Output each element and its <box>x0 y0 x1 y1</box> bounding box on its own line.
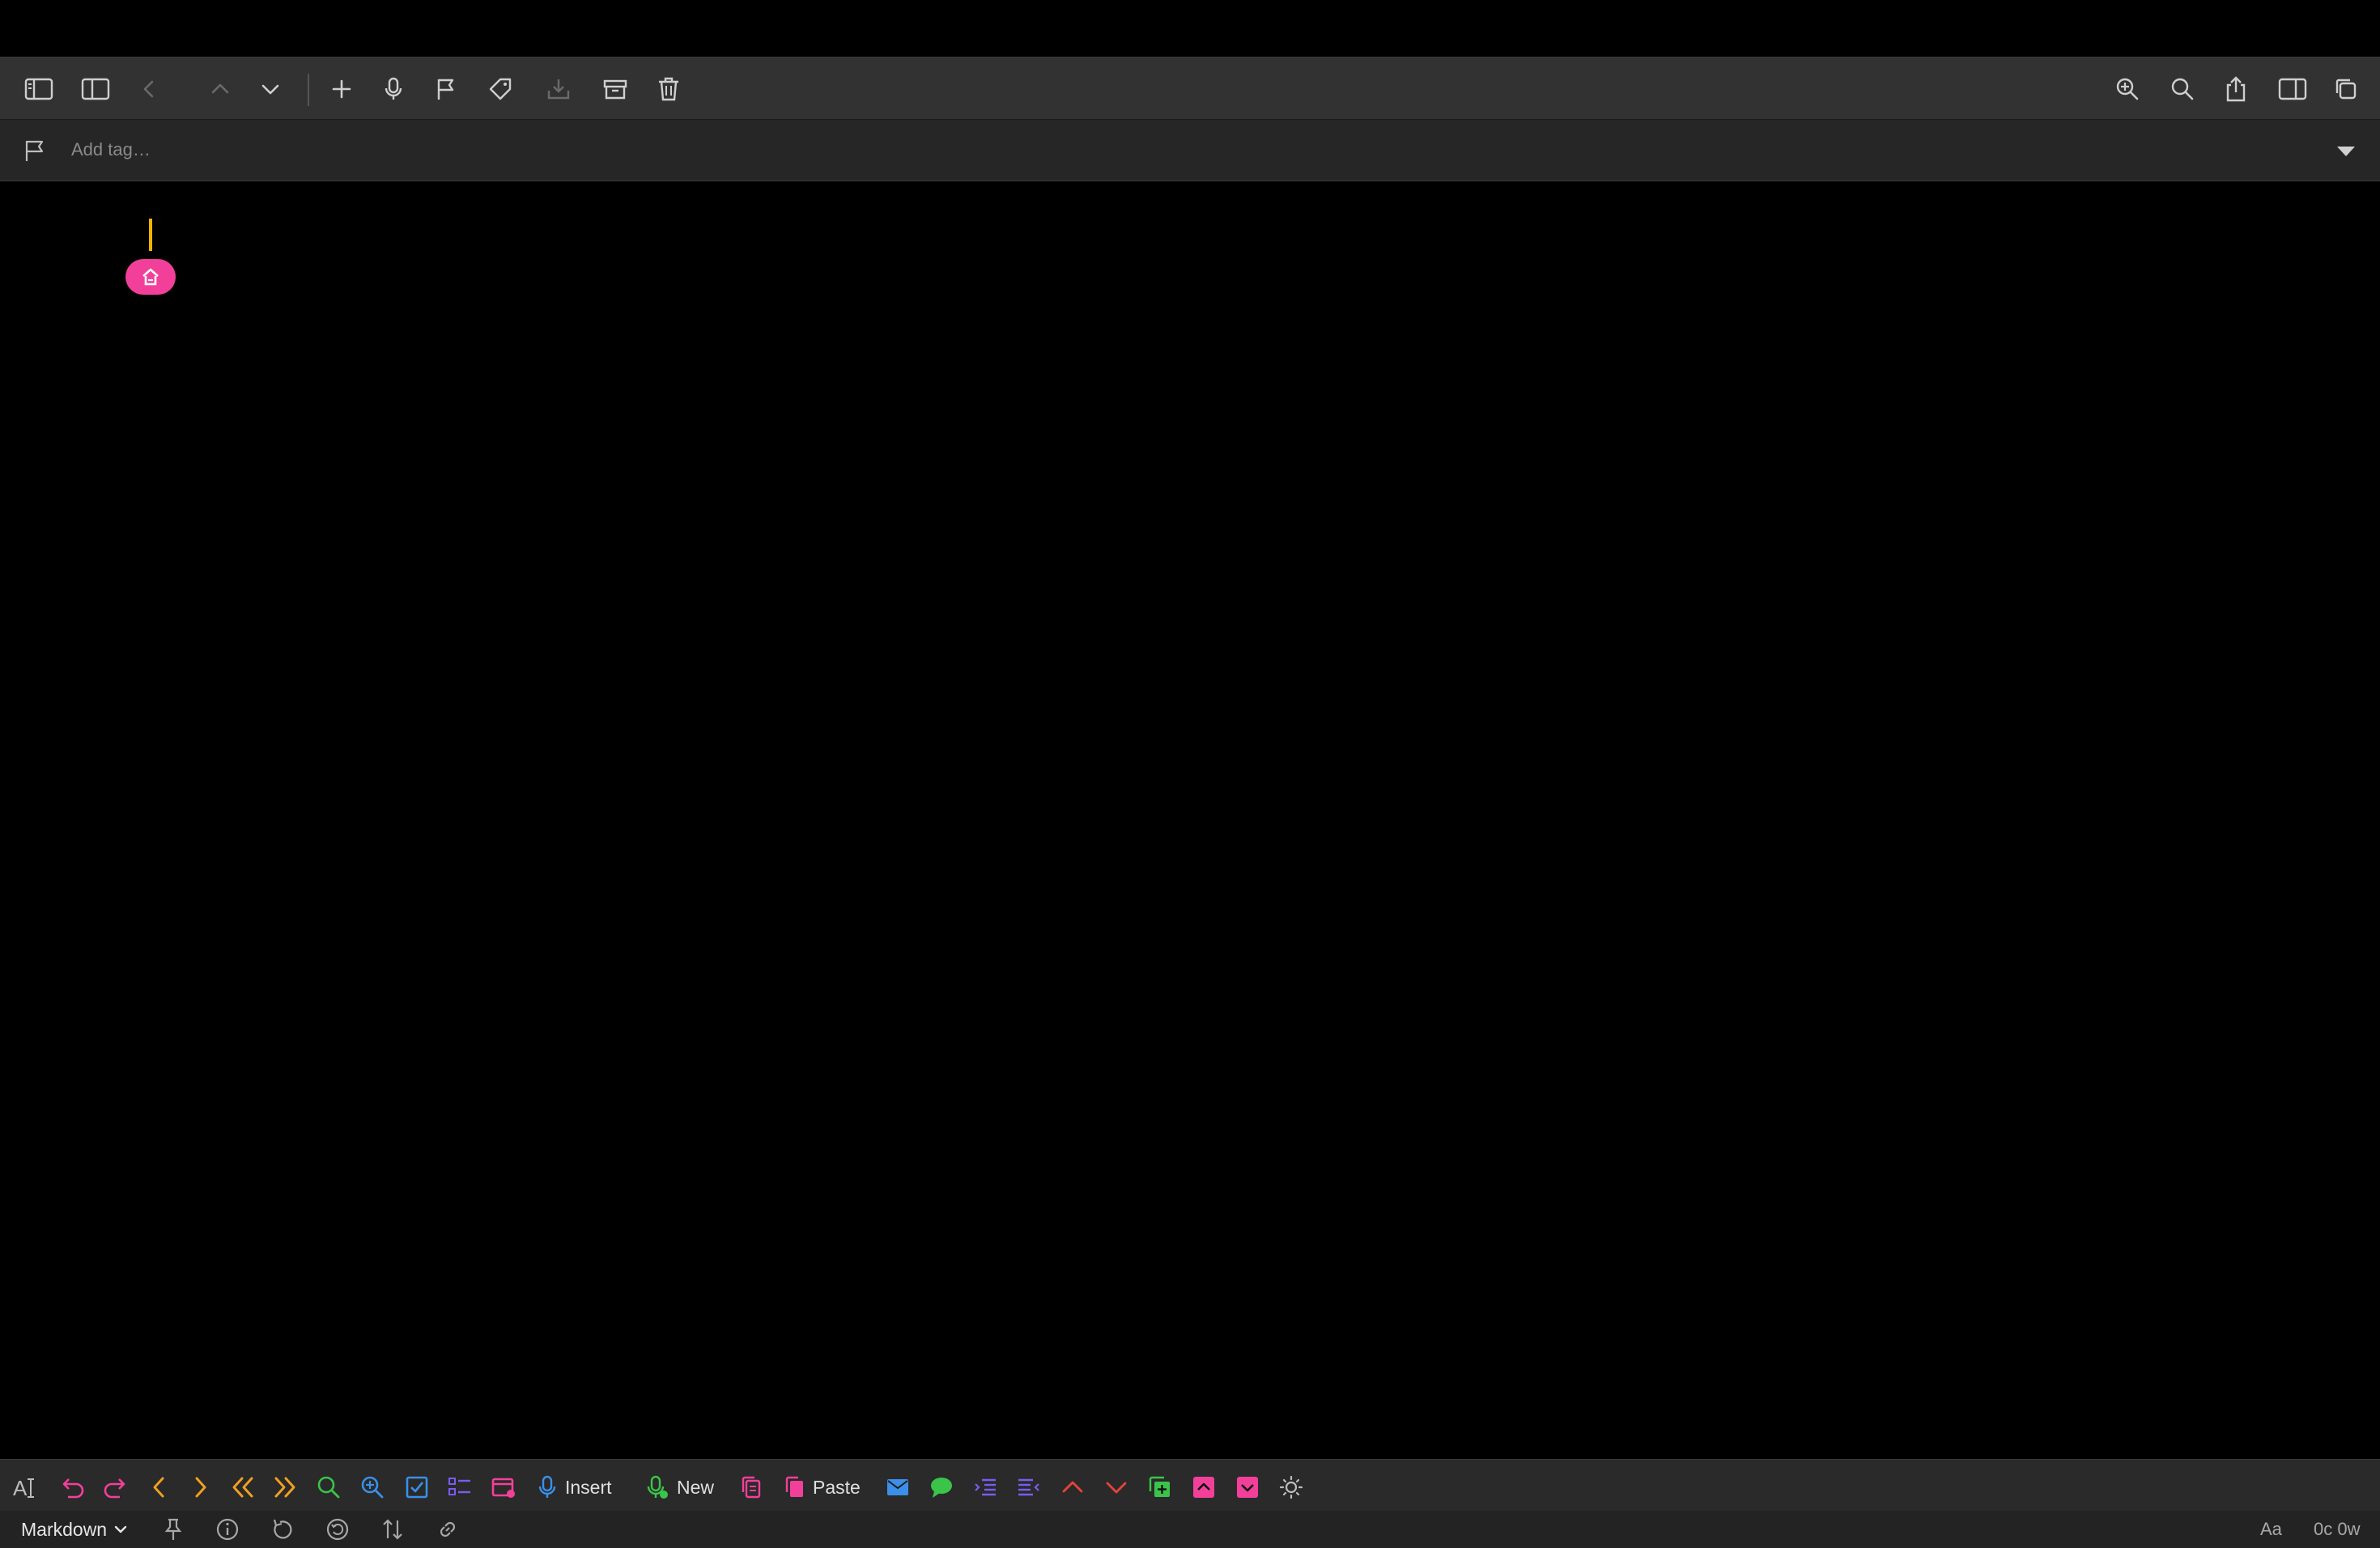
plus-icon[interactable] <box>325 73 358 105</box>
insert-label: Insert <box>565 1476 612 1498</box>
chevron-down-icon[interactable] <box>2335 142 2357 159</box>
search-icon[interactable] <box>2166 73 2199 105</box>
tag-icon[interactable] <box>484 73 516 105</box>
main-toolbar <box>0 57 2380 120</box>
mail-icon[interactable] <box>886 1471 910 1503</box>
flag-icon[interactable] <box>429 73 461 105</box>
move-line-up-icon[interactable] <box>1060 1471 1085 1503</box>
duplicate-icon[interactable] <box>1148 1471 1172 1503</box>
double-chevron-left-icon[interactable] <box>228 1471 257 1503</box>
revert-icon[interactable] <box>270 1513 295 1546</box>
mode-selector[interactable]: Markdown <box>21 1513 128 1546</box>
split-view-icon[interactable] <box>2276 73 2309 105</box>
text-cursor <box>149 219 152 251</box>
home-icon <box>140 266 161 287</box>
checklist-icon[interactable] <box>447 1471 473 1503</box>
chevron-down-icon[interactable] <box>254 73 287 105</box>
brightness-icon[interactable] <box>1279 1471 1303 1503</box>
mode-label: Markdown <box>21 1518 108 1540</box>
sort-arrows-icon[interactable] <box>380 1513 405 1546</box>
move-line-down-icon[interactable] <box>1104 1471 1128 1503</box>
chevron-down-icon <box>113 1524 128 1535</box>
font-label: Aa <box>2260 1519 2282 1539</box>
pin-icon[interactable] <box>162 1513 185 1546</box>
undo-icon[interactable] <box>58 1471 86 1503</box>
sidebar-single-icon[interactable] <box>79 73 112 105</box>
trash-icon[interactable] <box>652 73 685 105</box>
count-label: 0c 0w <box>2314 1519 2361 1539</box>
zoom-in-icon[interactable] <box>359 1471 385 1503</box>
checkbox-icon[interactable] <box>405 1471 429 1503</box>
message-icon[interactable] <box>929 1471 954 1503</box>
font-settings-button[interactable]: Aa <box>2260 1513 2282 1546</box>
window-copy-icon[interactable] <box>2330 73 2362 105</box>
chevron-up-icon[interactable] <box>204 73 236 105</box>
expand-down-icon[interactable] <box>1235 1471 1260 1503</box>
history-icon[interactable] <box>325 1513 350 1546</box>
status-bar: Markdown Aa 0c 0w <box>0 1511 2380 1548</box>
chevron-left-icon[interactable] <box>133 73 165 105</box>
share-icon[interactable] <box>2220 73 2252 105</box>
cursor-drag-handle[interactable] <box>125 259 176 295</box>
zoom-in-icon[interactable] <box>2111 73 2144 105</box>
microphone-plus-icon <box>646 1474 669 1500</box>
tray-download-icon[interactable] <box>542 73 575 105</box>
add-tag-input[interactable]: Add tag… <box>71 139 151 160</box>
sidebar-toggle-icon[interactable] <box>23 73 55 105</box>
tag-bar: Add tag… <box>0 120 2380 181</box>
svg-text:A: A <box>13 1476 28 1500</box>
chevron-right-icon[interactable] <box>189 1471 212 1503</box>
archive-box-icon[interactable] <box>599 73 631 105</box>
microphone-icon[interactable] <box>377 73 410 105</box>
paste-icon <box>784 1474 805 1500</box>
copy-note-icon[interactable] <box>740 1471 763 1503</box>
character-word-count: 0c 0w <box>2314 1513 2360 1546</box>
paste-button[interactable]: Paste <box>784 1471 861 1503</box>
chevron-left-icon[interactable] <box>147 1471 170 1503</box>
microphone-icon <box>538 1474 557 1500</box>
redo-icon[interactable] <box>102 1471 130 1503</box>
expand-up-icon[interactable] <box>1192 1471 1216 1503</box>
new-label: New <box>677 1476 715 1498</box>
editor-area[interactable] <box>0 181 2380 1457</box>
search-icon[interactable] <box>316 1471 342 1503</box>
link-icon[interactable] <box>436 1513 460 1546</box>
flag-icon <box>23 138 47 164</box>
action-bar: A Insert New Paste <box>0 1459 2380 1511</box>
outdent-icon[interactable] <box>1017 1471 1041 1503</box>
toolbar-divider <box>308 74 309 106</box>
paste-label: Paste <box>813 1476 861 1498</box>
indent-icon[interactable] <box>973 1471 997 1503</box>
text-cursor-icon[interactable]: A <box>11 1471 37 1503</box>
calendar-add-icon[interactable] <box>491 1471 516 1503</box>
info-icon[interactable] <box>215 1513 240 1546</box>
new-dictation-button[interactable]: New <box>646 1471 714 1503</box>
double-chevron-right-icon[interactable] <box>270 1471 300 1503</box>
insert-dictation-button[interactable]: Insert <box>538 1471 612 1503</box>
